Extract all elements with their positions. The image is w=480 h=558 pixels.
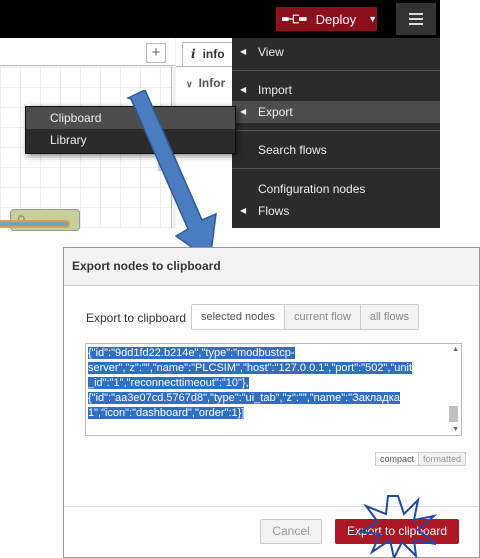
cancel-button[interactable]: Cancel — [260, 519, 322, 544]
format-formatted[interactable]: formatted — [419, 453, 466, 465]
export-scope-group: selected nodes current flow all flows — [191, 304, 419, 330]
json-line: _id":"1","reconnecttimeout":"10"}, — [88, 377, 249, 389]
caret-left-icon: ◀ — [240, 85, 247, 94]
tab-info-label: info — [202, 47, 225, 61]
app-header: Deploy ▼ — [0, 0, 440, 38]
menu-item-label: Import — [258, 83, 293, 97]
info-icon: i — [191, 47, 196, 61]
format-compact[interactable]: compact — [376, 453, 420, 465]
menu-item-label: Flows — [258, 204, 290, 218]
json-line: {"id":"aa3e07cd.5767d8","type":"ui_tab",… — [88, 392, 400, 404]
info-section-header[interactable]: ∨ Infor — [186, 76, 225, 90]
deploy-label: Deploy — [315, 11, 357, 27]
scroll-down-icon[interactable]: ▼ — [452, 426, 459, 433]
scope-selected-nodes[interactable]: selected nodes — [192, 305, 284, 329]
tab-info[interactable]: i info — [182, 42, 238, 66]
scope-all-flows[interactable]: all flows — [359, 305, 418, 329]
menu-item-flows[interactable]: ◀ Flows — [232, 200, 440, 222]
json-line: {"id":"9dd1fd22.b214e","type":"modbustcp… — [88, 347, 295, 359]
menu-item-label: Search flows — [258, 143, 327, 157]
add-tab-button[interactable]: + — [146, 43, 166, 63]
json-line: server","z":"","name":"PLCSIM","host":"1… — [88, 362, 413, 374]
json-textarea[interactable]: {"id":"9dd1fd22.b214e","type":"modbustcp… — [85, 343, 462, 436]
dialog-title: Export nodes to clipboard — [64, 248, 479, 286]
menu-item-export[interactable]: ◀ Export — [232, 101, 440, 123]
menu-item-import[interactable]: ◀ Import — [232, 79, 440, 101]
menu-item-configuration-nodes[interactable]: Configuration nodes — [232, 178, 440, 200]
info-section-label: Infor — [198, 76, 226, 90]
caret-left-icon: ◀ — [240, 47, 247, 56]
scope-current-flow[interactable]: current flow — [284, 305, 360, 329]
hamburger-menu-icon[interactable] — [396, 3, 436, 35]
menu-item-view[interactable]: ◀ View — [232, 41, 440, 63]
json-scrollbar[interactable] — [449, 406, 458, 422]
caret-left-icon: ◀ — [240, 206, 247, 215]
annotation-arrow — [125, 90, 217, 262]
chevron-down-icon: ∨ — [186, 79, 193, 89]
json-line: 1","icon":"dashboard","order":1}] — [88, 407, 245, 419]
main-menu: ◀ View ◀ Import ◀ Export Search flows Confi… — [232, 38, 440, 228]
format-group: compact formatted — [375, 452, 467, 466]
workspace-tabs: + — [0, 38, 175, 66]
menu-divider — [232, 168, 440, 169]
caret-down-icon[interactable]: ▼ — [368, 14, 377, 24]
menu-item-label: Configuration nodes — [258, 182, 366, 196]
menu-item-label: View — [258, 45, 284, 59]
menu-divider — [232, 70, 440, 71]
export-to-label: Export to clipboard — [86, 311, 187, 325]
click-burst-icon — [358, 495, 438, 558]
flow-node-selected[interactable] — [0, 220, 70, 228]
menu-divider — [232, 130, 440, 131]
menu-item-label: Export — [258, 105, 293, 119]
caret-left-icon: ◀ — [240, 107, 247, 116]
deploy-button[interactable]: Deploy ▼ — [276, 7, 377, 31]
scroll-up-icon[interactable]: ▲ — [452, 346, 459, 353]
json-content: {"id":"9dd1fd22.b214e","type":"modbustcp… — [88, 346, 448, 421]
menu-item-search-flows[interactable]: Search flows — [232, 139, 440, 161]
deploy-icon — [282, 14, 307, 24]
